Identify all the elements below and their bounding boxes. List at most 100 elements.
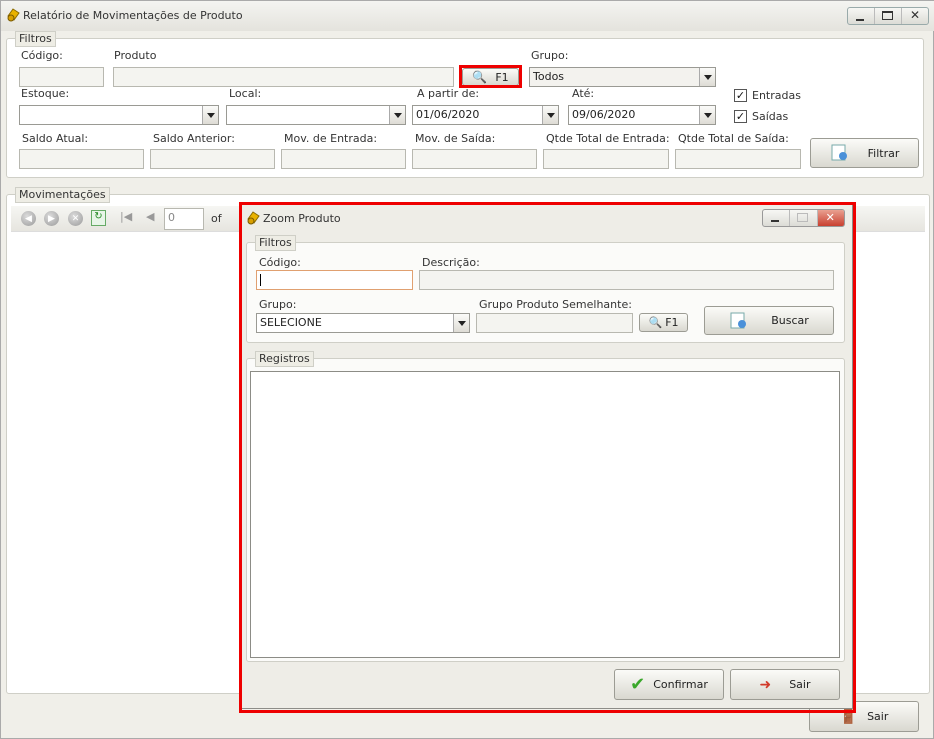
ate-label: Até: (572, 87, 595, 100)
dialog-f1-label: F1 (665, 316, 679, 329)
search-icon: 🔍 (472, 70, 488, 84)
dialog-grupo-select-value: SELECIONE (260, 316, 322, 329)
minimize-icon (856, 19, 864, 21)
chevron-down-icon[interactable] (699, 68, 715, 86)
chevron-down-icon[interactable] (699, 106, 715, 124)
exit-door-icon: 🚪 (839, 708, 858, 725)
chevron-down-icon[interactable] (202, 106, 218, 124)
local-label: Local: (229, 87, 262, 100)
qtde-saida-label: Qtde Total de Saída: (678, 132, 789, 145)
chevron-down-icon[interactable] (542, 106, 558, 124)
dialog-codigo-label: Código: (259, 256, 301, 269)
minimize-button[interactable] (848, 8, 875, 24)
close-icon: ✕ (910, 8, 921, 22)
grupo-semelhante-input[interactable] (476, 313, 633, 333)
dialog-codigo-input[interactable] (256, 270, 413, 290)
checkmark-icon: ✔ (630, 674, 646, 695)
maximize-button[interactable] (875, 8, 902, 24)
window-title: Relatório de Movimentações de Produto (23, 9, 243, 22)
dialog-sair-label: Sair (789, 678, 811, 691)
text-cursor (260, 274, 261, 286)
chevron-down-icon[interactable] (453, 314, 469, 332)
entradas-checkbox[interactable]: ✓ (734, 89, 747, 102)
confirmar-button[interactable]: ✔ Confirmar (614, 669, 724, 700)
qtde-saida-field (675, 149, 801, 169)
saldo-anterior-label: Saldo Anterior: (153, 132, 235, 145)
qtde-entrada-field (543, 149, 669, 169)
ate-date[interactable]: 09/06/2020 (568, 105, 716, 125)
dialog-title: Zoom Produto (263, 212, 341, 225)
dialog-window-controls: ✕ (762, 209, 845, 227)
close-button[interactable]: ✕ (902, 8, 928, 24)
codigo-label: Código: (21, 49, 63, 62)
page-number-input[interactable]: 0 (164, 208, 204, 230)
stop-icon[interactable]: ✕ (68, 211, 83, 226)
apartir-label: A partir de: (417, 87, 480, 100)
saldo-atual-field (19, 149, 144, 169)
close-icon: ✕ (825, 211, 835, 224)
buscar-button[interactable]: Buscar (704, 306, 834, 335)
chevron-down-icon[interactable] (389, 106, 405, 124)
maximize-icon (882, 11, 893, 20)
previous-page-icon[interactable]: ◀ (146, 210, 154, 223)
refresh-icon[interactable]: ↻ (91, 210, 106, 226)
of-label: of (211, 212, 222, 225)
search-icon: 🔍 (648, 316, 663, 329)
dialog-close-button[interactable]: ✕ (817, 210, 844, 226)
produto-input[interactable] (113, 67, 454, 87)
f1-label: F1 (495, 70, 509, 84)
apartir-date[interactable]: 01/06/2020 (412, 105, 559, 125)
search-document-icon (730, 312, 747, 328)
codigo-input[interactable] (19, 67, 104, 87)
estoque-label: Estoque: (21, 87, 70, 100)
produto-f1-button[interactable]: 🔍 F1 (462, 68, 519, 86)
grupo-semelhante-label: Grupo Produto Semelhante: (479, 298, 632, 311)
confirmar-label: Confirmar (653, 678, 708, 691)
mov-saida-field (412, 149, 537, 169)
filtrar-label: Filtrar (867, 146, 900, 160)
mov-entrada-field (281, 149, 406, 169)
entradas-label: Entradas (752, 89, 801, 102)
local-select[interactable] (226, 105, 406, 125)
zoom-produto-dialog: Zoom Produto ✕ Filtros Código: Descrição… (241, 203, 853, 709)
buscar-label: Buscar (771, 314, 809, 327)
dialog-filters-legend: Filtros (255, 235, 296, 251)
dialog-grupo-select[interactable]: SELECIONE (256, 313, 470, 333)
descricao-label: Descrição: (422, 256, 480, 269)
registros-legend: Registros (255, 351, 314, 367)
grupo-label: Grupo: (531, 49, 569, 62)
back-icon[interactable]: ◀ (21, 211, 36, 226)
saldo-anterior-field (150, 149, 275, 169)
qtde-entrada-label: Qtde Total de Entrada: (546, 132, 670, 145)
saldo-atual-label: Saldo Atual: (22, 132, 89, 145)
filtrar-button[interactable]: Filtrar (810, 138, 919, 168)
app-icon (7, 8, 20, 22)
registros-grid[interactable] (250, 371, 840, 658)
maximize-icon (797, 213, 809, 222)
first-page-icon[interactable]: |◀ (120, 210, 132, 223)
exit-door-icon: ➜ (759, 676, 772, 693)
filter-icon (831, 144, 847, 161)
saidas-checkbox[interactable]: ✓ (734, 110, 747, 123)
movimentacoes-legend: Movimentações (15, 187, 110, 203)
produto-label: Produto (114, 49, 157, 62)
app-icon (247, 211, 260, 225)
estoque-select[interactable] (19, 105, 219, 125)
window-controls: ✕ (847, 7, 929, 25)
dialog-minimize-button[interactable] (763, 210, 791, 226)
minimize-icon (771, 220, 779, 222)
descricao-input[interactable] (419, 270, 834, 290)
mov-entrada-label: Mov. de Entrada: (284, 132, 378, 145)
title-bar: Relatório de Movimentações de Produto ✕ (1, 1, 934, 31)
dialog-sair-button[interactable]: ➜ Sair (730, 669, 840, 700)
mov-saida-label: Mov. de Saída: (415, 132, 496, 145)
grupo-select[interactable]: Todos (529, 67, 716, 87)
main-sair-label: Sair (867, 710, 889, 723)
saidas-label: Saídas (752, 110, 789, 123)
filters-legend: Filtros (15, 31, 56, 47)
dialog-f1-button[interactable]: 🔍 F1 (639, 313, 688, 332)
forward-icon[interactable]: ▶ (44, 211, 59, 226)
dialog-maximize-button[interactable] (790, 210, 818, 226)
grupo-select-value: Todos (533, 70, 565, 83)
dialog-grupo-label: Grupo: (259, 298, 297, 311)
